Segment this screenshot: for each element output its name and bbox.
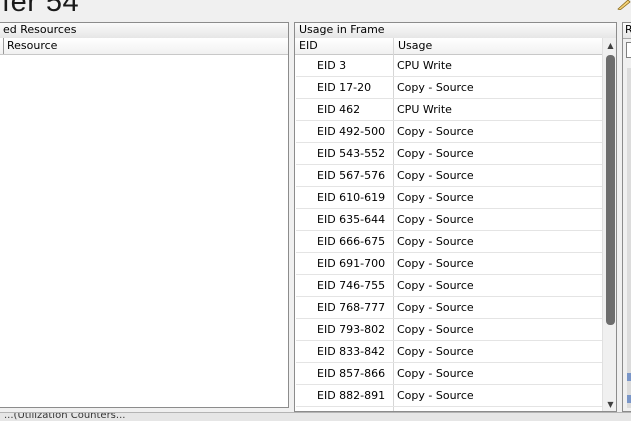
column-header-eid[interactable]: EID — [295, 38, 393, 55]
linked-resources-panel: ed Resources Resource — [0, 22, 289, 408]
usage-cell: Copy - Source — [397, 81, 474, 94]
table-row[interactable]: EID 746-755 Copy - Source — [296, 275, 602, 297]
usage-cell: CPU Write — [397, 59, 452, 72]
table-row[interactable]: EID 635-644 Copy - Source — [296, 209, 602, 231]
usage-cell: Copy - Source — [397, 191, 474, 204]
pencil-icon[interactable] — [617, 0, 631, 10]
eid-cell: EID 882-891 — [317, 389, 386, 402]
table-row[interactable]: EID 666-675 Copy - Source — [296, 231, 602, 253]
usage-cell: Copy - Source — [397, 345, 474, 358]
table-row[interactable]: EID 882-891 Copy - Source — [296, 385, 602, 407]
usage-list: EID 3 CPU Write EID 17-20 Copy - Source EID … — [296, 55, 602, 407]
eid-cell: EID 746-755 — [317, 279, 386, 292]
scroll-up-icon[interactable]: ▲ — [603, 38, 616, 53]
table-row[interactable]: EID 3 CPU Write — [296, 55, 602, 77]
column-header-resource[interactable]: Resource — [0, 38, 288, 55]
usage-cell: Copy - Source — [397, 147, 474, 160]
eid-cell: EID 833-842 — [317, 345, 386, 358]
eid-cell: EID 462 — [317, 103, 361, 116]
scroll-thumb[interactable] — [606, 55, 615, 325]
usage-cell: Copy - Source — [397, 257, 474, 270]
table-row[interactable]: EID 857-866 Copy - Source — [296, 363, 602, 385]
vertical-scrollbar[interactable]: ▲ ▼ — [602, 38, 616, 411]
table-row[interactable]: EID 691-700 Copy - Source — [296, 253, 602, 275]
table-row[interactable]: EID 543-552 Copy - Source — [296, 143, 602, 165]
panel-title: ed Resources — [0, 23, 288, 39]
panel-title: Usage in Frame — [295, 23, 616, 39]
usage-cell: CPU Write — [397, 103, 452, 116]
usage-in-frame-panel: Usage in Frame EID Usage EID 3 CPU Write E… — [294, 22, 617, 412]
table-row[interactable]: EID 462 CPU Write — [296, 99, 602, 121]
usage-cell: Copy - Source — [397, 169, 474, 182]
usage-cell: Copy - Source — [397, 323, 474, 336]
usage-cell: Copy - Source — [397, 125, 474, 138]
eid-cell: EID 567-576 — [317, 169, 386, 182]
eid-cell: EID 543-552 — [317, 147, 386, 160]
usage-cell: Copy - Source — [397, 213, 474, 226]
eid-cell: EID 857-866 — [317, 367, 386, 380]
eid-cell: EID 17-20 — [317, 81, 372, 94]
eid-cell: EID 610-619 — [317, 191, 386, 204]
table-row[interactable]: EID 492-500 Copy - Source — [296, 121, 602, 143]
table-row[interactable]: EID 610-619 Copy - Source — [296, 187, 602, 209]
eid-cell: EID 3 — [317, 59, 347, 72]
table-row[interactable]: EID 768-777 Copy - Source — [296, 297, 602, 319]
page-title: ffer 54 — [0, 0, 80, 18]
usage-cell: Copy - Source — [397, 235, 474, 248]
table-row[interactable]: EID 833-842 Copy - Source — [296, 341, 602, 363]
usage-cell: Copy - Source — [397, 367, 474, 380]
usage-cell: Copy - Source — [397, 389, 474, 402]
right-panel-field[interactable] — [626, 42, 631, 58]
scroll-down-icon[interactable]: ▼ — [603, 397, 616, 411]
table-row[interactable]: EID 567-576 Copy - Source — [296, 165, 602, 187]
eid-cell: EID 666-675 — [317, 235, 386, 248]
table-row[interactable]: EID 17-20 Copy - Source — [296, 77, 602, 99]
usage-cell: Copy - Source — [397, 279, 474, 292]
eid-cell: EID 635-644 — [317, 213, 386, 226]
usage-cell: Copy - Source — [397, 301, 474, 314]
table-row[interactable]: EID 793-802 Copy - Source — [296, 319, 602, 341]
eid-cell: EID 768-777 — [317, 301, 386, 314]
eid-cell: EID 793-802 — [317, 323, 386, 336]
right-panel: R — [622, 22, 631, 412]
panel-title: R — [623, 23, 631, 39]
eid-cell: EID 492-500 — [317, 125, 386, 138]
column-header-usage[interactable]: Usage — [393, 38, 602, 55]
eid-cell: EID 691-700 — [317, 257, 386, 270]
